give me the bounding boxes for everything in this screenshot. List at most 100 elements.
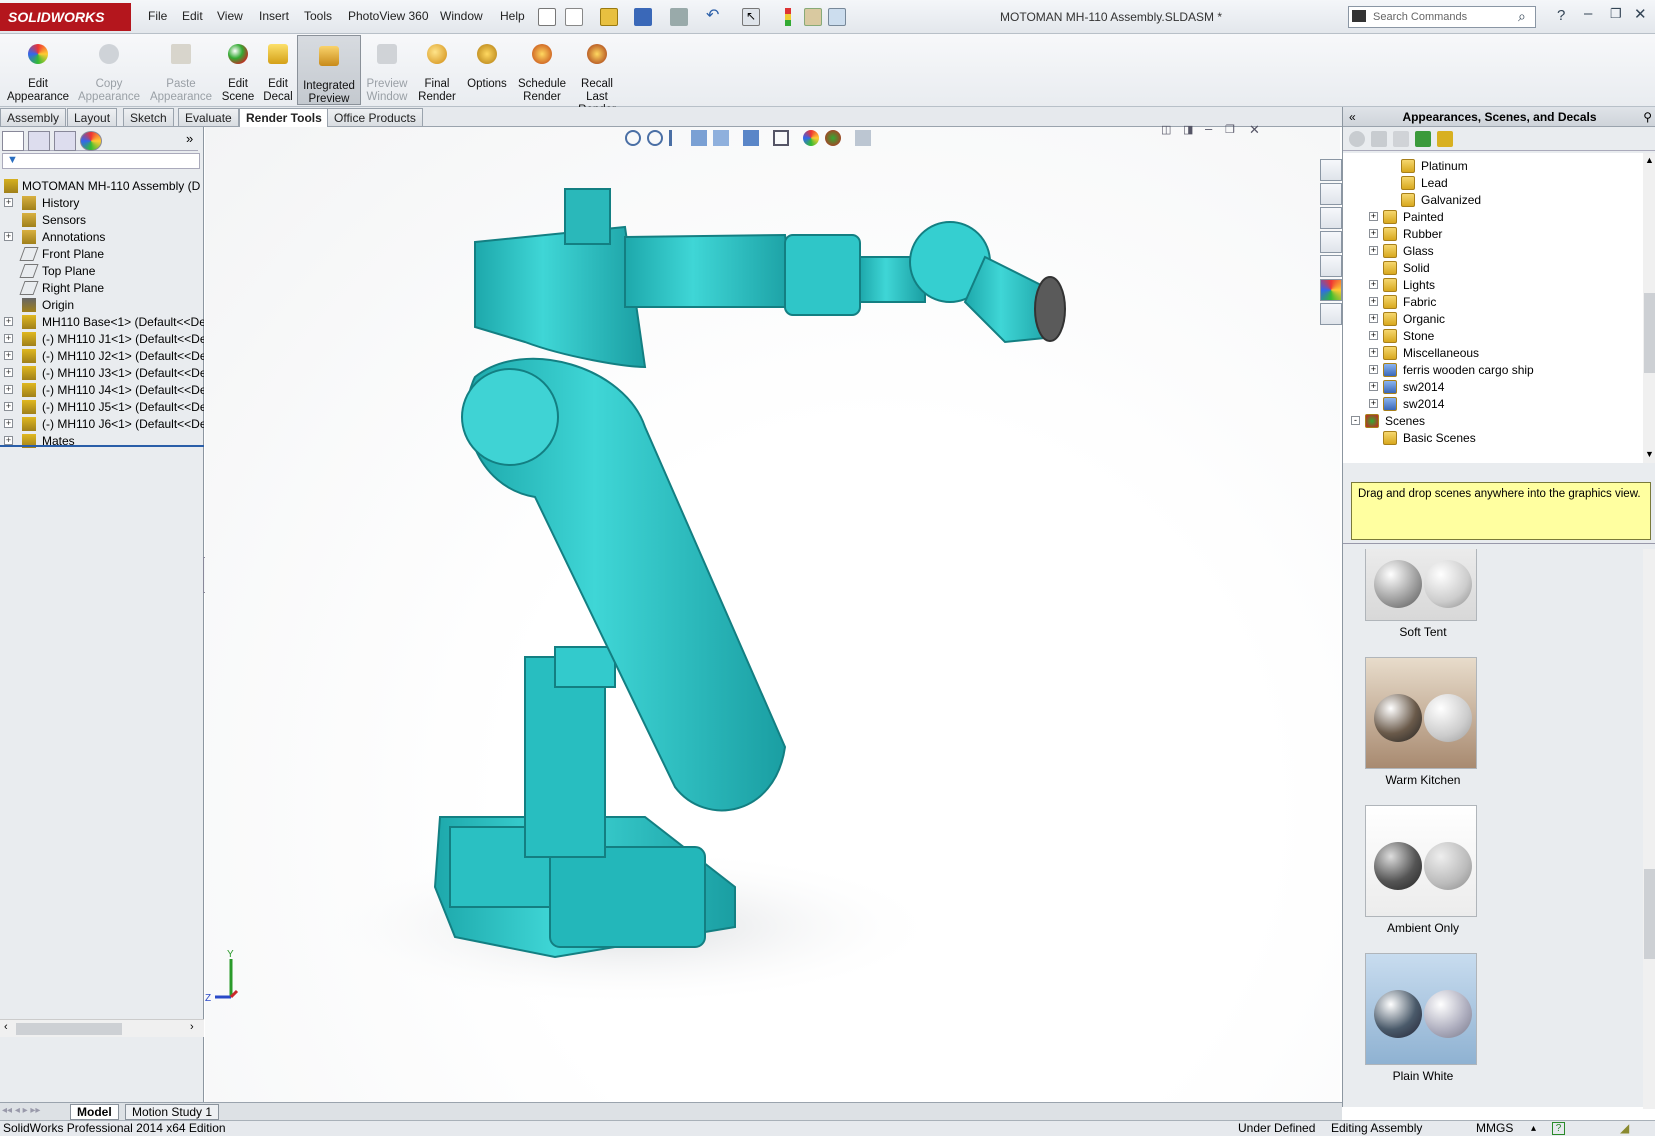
display-manager-tab-icon[interactable] bbox=[80, 131, 102, 151]
help-icon[interactable]: ? bbox=[1557, 7, 1565, 24]
tree-item[interactable]: + History bbox=[0, 194, 204, 212]
expand-toggle-icon[interactable]: + bbox=[4, 351, 13, 360]
recall-last-render-button[interactable]: RecallLastRender bbox=[574, 34, 620, 116]
expand-toggle-icon[interactable]: - bbox=[1351, 416, 1360, 425]
library-tree-item[interactable]: + ferris wooden cargo ship bbox=[1343, 361, 1643, 379]
expand-toggle-icon[interactable]: + bbox=[4, 385, 13, 394]
expand-toggle-icon[interactable]: + bbox=[1369, 365, 1378, 374]
open-folder-icon[interactable] bbox=[600, 8, 618, 26]
library-tree-item[interactable]: + Glass bbox=[1343, 242, 1643, 260]
expand-toggle-icon[interactable]: + bbox=[1369, 382, 1378, 391]
tab-office-products[interactable]: Office Products bbox=[327, 108, 423, 127]
library-tree-item[interactable]: Basic Scenes bbox=[1343, 429, 1643, 447]
edit-appearance-button[interactable]: Edit Appearance bbox=[6, 34, 70, 104]
tree-item[interactable]: Sensors bbox=[0, 211, 204, 229]
expand-toggle-icon[interactable]: + bbox=[1369, 331, 1378, 340]
expand-toggle-icon[interactable]: + bbox=[1369, 246, 1378, 255]
search-icon[interactable]: ⌕ bbox=[1518, 8, 1526, 25]
taskpane-custom-properties-icon[interactable] bbox=[1320, 303, 1342, 325]
tree-root-item[interactable]: MOTOMAN MH-110 Assembly (D bbox=[0, 177, 204, 195]
library-tree-item[interactable]: + Miscellaneous bbox=[1343, 344, 1643, 362]
library-tree-item[interactable]: - Scenes bbox=[1343, 412, 1643, 430]
rollback-bar[interactable] bbox=[0, 445, 204, 447]
menu-window[interactable]: Window bbox=[440, 9, 483, 23]
tree-item[interactable]: Origin bbox=[0, 296, 204, 314]
menu-view[interactable]: View bbox=[217, 9, 243, 23]
expand-toggle-icon[interactable]: + bbox=[1369, 212, 1378, 221]
open-icon[interactable] bbox=[1371, 131, 1387, 147]
library-tree-item[interactable]: + Stone bbox=[1343, 327, 1643, 345]
schedule-render-button[interactable]: Schedule Render bbox=[514, 34, 570, 104]
save-icon[interactable] bbox=[634, 8, 652, 26]
new-document-icon[interactable] bbox=[565, 8, 583, 26]
tree-item[interactable]: + (-) MH110 J5<1> (Default<<De bbox=[0, 398, 204, 416]
expand-toggle-icon[interactable]: + bbox=[1369, 348, 1378, 357]
final-render-button[interactable]: Final Render bbox=[414, 34, 460, 104]
collapse-panel-icon[interactable]: « bbox=[1349, 107, 1356, 127]
library-tree-item[interactable]: Solid bbox=[1343, 259, 1643, 277]
scene-swatch-warm-kitchen[interactable] bbox=[1365, 657, 1477, 769]
edit-decal-button[interactable]: Edit Decal bbox=[260, 34, 296, 104]
refresh-icon[interactable] bbox=[1415, 131, 1431, 147]
tab-scroll-arrows[interactable]: ◂◂ ◂ ▸ ▸▸ bbox=[2, 1105, 62, 1119]
expand-toggle-icon[interactable]: + bbox=[4, 419, 13, 428]
edit-scene-button[interactable]: Edit Scene bbox=[218, 34, 258, 104]
feature-manager-tab-icon[interactable] bbox=[2, 131, 24, 151]
expand-toggle-icon[interactable]: + bbox=[4, 317, 13, 326]
preview-window-button[interactable]: Preview Window bbox=[362, 34, 412, 104]
close-icon[interactable]: ✕ bbox=[1634, 5, 1647, 23]
taskpane-design-library-icon[interactable] bbox=[1320, 207, 1342, 229]
folder-icon[interactable] bbox=[1393, 131, 1409, 147]
library-tree-item[interactable]: + sw2014 bbox=[1343, 378, 1643, 396]
tree-item[interactable]: Right Plane bbox=[0, 279, 204, 297]
minimize-icon[interactable]: – bbox=[1584, 5, 1592, 22]
library-tree-item[interactable]: + Organic bbox=[1343, 310, 1643, 328]
tree-scrollbar[interactable]: ▲ ▼ bbox=[1643, 153, 1655, 463]
expand-toggle-icon[interactable]: + bbox=[1369, 399, 1378, 408]
copy-appearance-button[interactable]: Copy Appearance bbox=[74, 34, 144, 104]
taskpane-file-explorer-icon[interactable] bbox=[1320, 231, 1342, 253]
up-folder-icon[interactable] bbox=[1437, 131, 1453, 147]
search-mode-icon[interactable] bbox=[1352, 10, 1366, 22]
paste-appearance-button[interactable]: Paste Appearance bbox=[146, 34, 216, 104]
tab-model[interactable]: Model bbox=[70, 1104, 119, 1120]
expand-toggle-icon[interactable]: + bbox=[4, 436, 13, 445]
menu-tools[interactable]: Tools bbox=[304, 9, 332, 23]
tree-item[interactable]: + (-) MH110 J3<1> (Default<<De bbox=[0, 364, 204, 382]
search-commands-input[interactable]: Search Commands bbox=[1348, 6, 1536, 28]
library-tree-item[interactable]: + Rubber bbox=[1343, 225, 1643, 243]
resize-grip-icon[interactable]: ◢ bbox=[1620, 1121, 1629, 1136]
add-icon[interactable] bbox=[1349, 131, 1365, 147]
menu-file[interactable]: File bbox=[148, 9, 167, 23]
horizontal-scrollbar[interactable]: ‹ › bbox=[0, 1019, 204, 1037]
tree-item[interactable]: + (-) MH110 J1<1> (Default<<De bbox=[0, 330, 204, 348]
library-tree-item[interactable]: Lead bbox=[1343, 174, 1643, 192]
tab-motion-study[interactable]: Motion Study 1 bbox=[125, 1104, 220, 1120]
expand-toggle-icon[interactable]: + bbox=[1369, 280, 1378, 289]
maximize-icon[interactable]: ❐ bbox=[1610, 6, 1622, 22]
taskpane-appearances-icon[interactable] bbox=[1320, 279, 1342, 301]
taskpane-view-palette-icon[interactable] bbox=[1320, 255, 1342, 277]
graphics-area[interactable]: ◫ ◨ – ❐ ✕ Y Z bbox=[205, 121, 1342, 1102]
tree-item[interactable]: Front Plane bbox=[0, 245, 204, 263]
expand-toggle-icon[interactable]: + bbox=[1369, 229, 1378, 238]
library-tree-item[interactable]: + sw2014 bbox=[1343, 395, 1643, 413]
tab-evaluate[interactable]: Evaluate bbox=[178, 108, 239, 127]
scene-swatch-soft-tent[interactable] bbox=[1365, 549, 1477, 621]
select-icon[interactable]: ↖ bbox=[742, 8, 760, 26]
pin-panel-icon[interactable]: ⚲ bbox=[1643, 107, 1652, 127]
scroll-right-icon[interactable]: › bbox=[190, 1021, 194, 1033]
print-icon[interactable] bbox=[670, 8, 688, 26]
tab-assembly[interactable]: Assembly bbox=[0, 108, 67, 127]
help-status-icon[interactable]: ? bbox=[1552, 1122, 1565, 1135]
options-button[interactable]: Options bbox=[462, 34, 512, 104]
expand-panel-icon[interactable]: » bbox=[186, 131, 193, 146]
solidworks-logo[interactable]: SOLIDWORKS bbox=[0, 3, 131, 31]
file-properties-icon[interactable] bbox=[804, 8, 822, 26]
tree-item[interactable]: + (-) MH110 J4<1> (Default<<De bbox=[0, 381, 204, 399]
library-tree-item[interactable]: + Lights bbox=[1343, 276, 1643, 294]
scene-swatch-plain-white[interactable] bbox=[1365, 953, 1477, 1065]
options-icon[interactable] bbox=[828, 8, 846, 26]
expand-toggle-icon[interactable]: + bbox=[1369, 297, 1378, 306]
robot-model[interactable]: Y Z bbox=[205, 127, 1340, 1102]
